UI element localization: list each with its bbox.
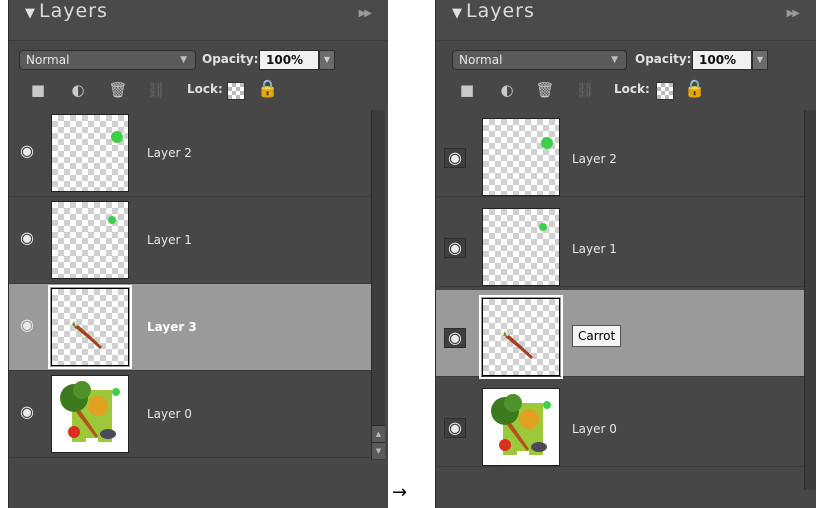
adjustment-layer-icon[interactable]: ◐ bbox=[67, 80, 89, 100]
opacity-label: Opacity: bbox=[202, 52, 259, 66]
adjustment-layer-icon[interactable]: ◐ bbox=[496, 80, 518, 100]
eye-icon[interactable]: ◉ bbox=[444, 238, 466, 258]
layers-panel-after: ▼ Layers ▶▶ Normal ▼ Opacity: 100% ▼ ■ ◐… bbox=[435, 0, 816, 508]
trash-icon[interactable]: 🗑 bbox=[534, 80, 556, 100]
eye-icon[interactable]: ◉ bbox=[17, 403, 37, 421]
layer-thumbnail bbox=[482, 208, 560, 286]
layer-row[interactable]: ◉ Layer 2 bbox=[9, 110, 371, 197]
layer-thumbnail bbox=[482, 388, 560, 466]
eye-icon[interactable]: ◉ bbox=[444, 418, 466, 438]
lock-transparency-icon[interactable] bbox=[656, 82, 674, 100]
layer-row[interactable]: ◉ Layer 0 bbox=[436, 380, 804, 467]
eye-icon[interactable]: ◉ bbox=[17, 229, 37, 247]
triangle-down-icon[interactable]: ▼ bbox=[25, 6, 35, 21]
layer-name[interactable]: Layer 1 bbox=[572, 242, 617, 256]
opacity-field[interactable]: 100% bbox=[259, 50, 319, 70]
layer-row-selected[interactable]: ◉ Carrot bbox=[436, 290, 804, 379]
layer-row[interactable]: ◉ Layer 0 bbox=[9, 371, 371, 458]
panel-title: Layers bbox=[466, 0, 535, 22]
scrollbar[interactable] bbox=[804, 110, 816, 490]
layer-thumbnail bbox=[48, 285, 132, 369]
opacity-label: Opacity: bbox=[635, 52, 692, 66]
scroll-up-button[interactable]: ▲ bbox=[372, 425, 385, 442]
scrollbar[interactable]: ▲ ▼ bbox=[371, 110, 385, 460]
blend-mode-value: Normal bbox=[459, 53, 503, 67]
padlock-icon[interactable]: 🔒 bbox=[684, 79, 705, 99]
layer-rename-input[interactable]: Carrot bbox=[572, 325, 622, 347]
eye-icon[interactable]: ◉ bbox=[17, 142, 37, 160]
layer-thumbnail bbox=[51, 114, 129, 192]
layer-row[interactable]: ◉ Layer 2 bbox=[436, 110, 804, 197]
trash-icon[interactable]: 🗑 bbox=[107, 80, 129, 100]
new-layer-icon[interactable]: ■ bbox=[27, 80, 49, 100]
layers-panel-before: ▼ Layers ▶▶ Normal ▼ Opacity: 100% ▼ ■ ◐… bbox=[8, 0, 388, 508]
layer-name[interactable]: Layer 2 bbox=[147, 146, 192, 160]
layer-name[interactable]: Layer 2 bbox=[572, 152, 617, 166]
chevron-down-icon: ▼ bbox=[180, 55, 187, 65]
layer-thumbnail bbox=[482, 118, 560, 196]
panel-title: Layers bbox=[39, 0, 108, 22]
lock-label: Lock: bbox=[187, 82, 223, 96]
layer-row[interactable]: ◉ Layer 1 bbox=[436, 200, 804, 287]
panel-titlebar[interactable]: ▼ Layers ▶▶ bbox=[436, 0, 816, 41]
link-icon[interactable]: ⛓ bbox=[574, 80, 596, 100]
double-chevron-icon[interactable]: ▶▶ bbox=[359, 8, 372, 19]
panel-titlebar[interactable]: ▼ Layers ▶▶ bbox=[9, 0, 388, 41]
triangle-down-icon[interactable]: ▼ bbox=[452, 6, 462, 21]
opacity-dropdown-button[interactable]: ▼ bbox=[319, 50, 335, 70]
double-chevron-icon[interactable]: ▶▶ bbox=[787, 8, 800, 19]
blend-mode-value: Normal bbox=[26, 53, 70, 67]
scroll-down-button[interactable]: ▼ bbox=[372, 442, 385, 459]
chevron-down-icon: ▼ bbox=[611, 55, 618, 65]
blend-mode-select[interactable]: Normal ▼ bbox=[19, 50, 196, 70]
link-icon[interactable]: ⛓ bbox=[145, 80, 167, 100]
layer-thumbnail bbox=[51, 201, 129, 279]
layer-name[interactable]: Layer 1 bbox=[147, 233, 192, 247]
padlock-icon[interactable]: 🔒 bbox=[257, 79, 278, 99]
eye-icon[interactable]: ◉ bbox=[17, 316, 37, 334]
blend-mode-select[interactable]: Normal ▼ bbox=[452, 50, 627, 70]
new-layer-icon[interactable]: ■ bbox=[456, 80, 478, 100]
layer-row[interactable]: ◉ Layer 1 bbox=[9, 197, 371, 284]
layer-name[interactable]: Layer 0 bbox=[147, 407, 192, 421]
layer-name[interactable]: Layer 0 bbox=[572, 422, 617, 436]
lock-transparency-icon[interactable] bbox=[227, 82, 245, 100]
eye-icon[interactable]: ◉ bbox=[444, 148, 466, 168]
layer-row-selected[interactable]: ◉ Layer 3 bbox=[9, 284, 371, 371]
opacity-dropdown-button[interactable]: ▼ bbox=[752, 50, 768, 70]
layer-thumbnail bbox=[51, 375, 129, 453]
transition-arrow: → bbox=[392, 482, 408, 503]
layer-thumbnail bbox=[479, 295, 563, 379]
eye-icon[interactable]: ◉ bbox=[444, 328, 466, 348]
layer-name[interactable]: Layer 3 bbox=[147, 320, 197, 334]
lock-label: Lock: bbox=[614, 82, 650, 96]
opacity-field[interactable]: 100% bbox=[692, 50, 752, 70]
